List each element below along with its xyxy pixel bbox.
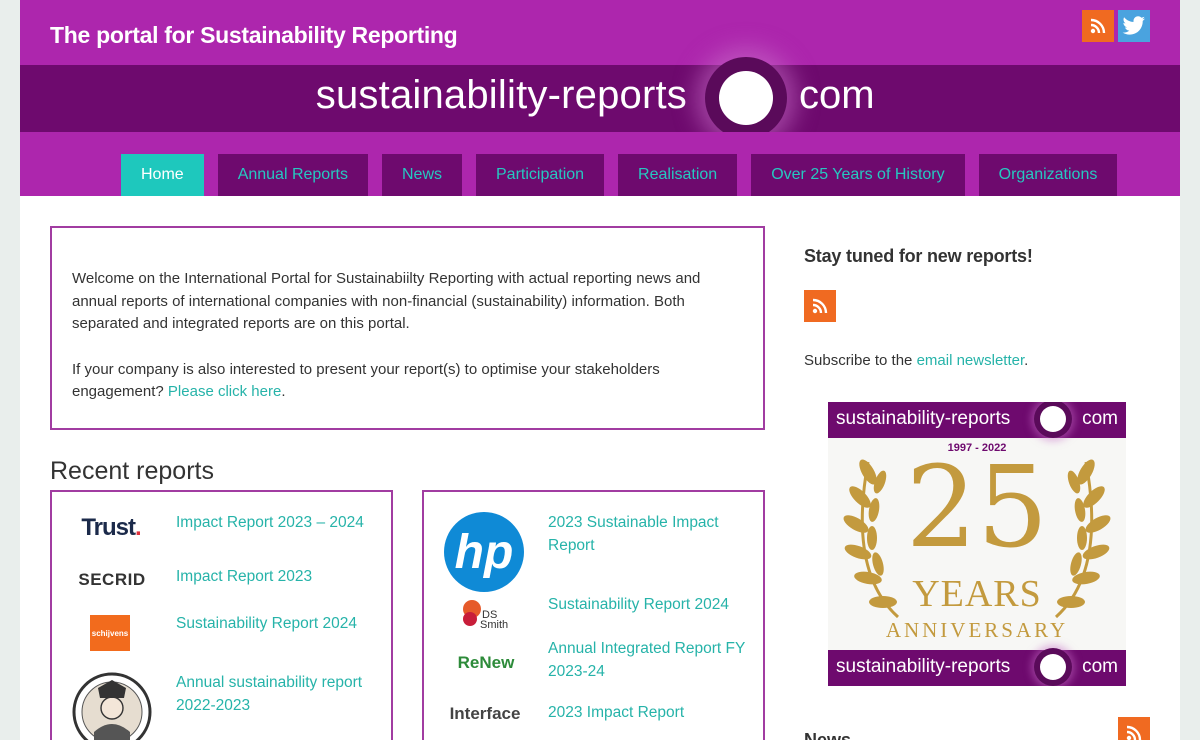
report-row[interactable]: ReNew Annual Integrated Report FY 2023-2…: [424, 638, 764, 688]
nav-news[interactable]: News: [381, 154, 462, 196]
banner-logo-right: com: [1082, 408, 1118, 429]
interface-logo[interactable]: Interface: [442, 702, 528, 726]
report-row[interactable]: Interface 2023 Impact Report: [424, 702, 764, 740]
banner-logo-circle: [1034, 648, 1072, 686]
nav-bar: Home Annual Reports News Participation R…: [20, 132, 1180, 196]
nav-annual-reports[interactable]: Annual Reports: [217, 154, 368, 196]
report-row[interactable]: SECRID Impact Report 2023: [52, 566, 392, 606]
banner-number: 25: [905, 443, 1049, 573]
nav-organizations[interactable]: Organizations: [978, 154, 1118, 196]
subscribe-text: Subscribe to the email newsletter.: [804, 352, 1028, 369]
henri-willig-logo[interactable]: [72, 672, 152, 740]
rss-button[interactable]: [1082, 10, 1114, 42]
report-row[interactable]: Trust. Impact Report 2023 – 2024: [52, 512, 392, 552]
report-title[interactable]: Impact Report 2023 – 2024: [176, 512, 376, 535]
subscribe-label: Subscribe to the: [804, 352, 913, 369]
report-title[interactable]: Impact Report 2023: [176, 566, 376, 589]
social-links: [1082, 10, 1150, 42]
main-nav: Home Annual Reports News Participation R…: [121, 154, 1118, 196]
nav-participation[interactable]: Participation: [476, 154, 605, 196]
rss-icon: [1126, 725, 1142, 740]
news-rss-button[interactable]: [1118, 717, 1150, 740]
report-row[interactable]: Annual sustainability report 2022-2023: [52, 672, 392, 740]
banner-logo-circle: [1034, 402, 1072, 438]
trust-logo[interactable]: Trust.: [78, 512, 144, 544]
sidebar-rss-button[interactable]: [804, 290, 836, 322]
report-title[interactable]: Annual Integrated Report FY 2023-24: [548, 638, 748, 683]
site-logo-circle[interactable]: [705, 57, 787, 139]
intro-paragraph-2-end: .: [281, 383, 286, 400]
top-bar: The portal for Sustainability Reporting: [20, 0, 1180, 65]
banner-anniversary-word: ANNIVERSARY: [885, 618, 1069, 642]
ds-smith-logo[interactable]: DS Smith: [460, 597, 514, 631]
intro-paragraph-2-text: If your company is also interested to pr…: [72, 360, 660, 401]
intro-paragraph-1: Welcome on the International Portal for …: [72, 270, 701, 332]
site-logo-text-left[interactable]: sustainability-reports: [316, 73, 687, 118]
banner-bottom-bar: sustainability-reports com: [828, 648, 1126, 686]
banner-logo-right: com: [1082, 656, 1118, 677]
nav-home[interactable]: Home: [121, 154, 204, 196]
logo-band: sustainability-reports com: [20, 57, 1180, 139]
banner-logo-left: sustainability-reports: [836, 408, 1011, 429]
intro-box: Welcome on the International Portal for …: [50, 226, 765, 430]
hp-logo[interactable]: hp: [444, 512, 524, 592]
intro-paragraph-2: If your company is also interested to pr…: [72, 359, 743, 404]
rss-icon: [1090, 18, 1106, 34]
report-title[interactable]: Sustainability Report 2024: [548, 594, 748, 617]
report-row[interactable]: hp 2023 Sustainable Impact Report: [424, 512, 764, 594]
recent-reports-card-right: hp 2023 Sustainable Impact Report DS Smi…: [422, 490, 765, 740]
anniversary-banner[interactable]: sustainability-reports com 1997 - 2022 2…: [828, 402, 1126, 686]
svg-text:Smith: Smith: [480, 619, 508, 631]
twitter-icon: [1122, 16, 1145, 35]
recent-reports-heading: Recent reports: [50, 457, 214, 485]
nav-history[interactable]: Over 25 Years of History: [751, 154, 965, 196]
sidebar-heading: Stay tuned for new reports!: [804, 246, 1033, 266]
report-title[interactable]: 2023 Impact Report: [548, 702, 748, 725]
recent-reports-card-left: Trust. Impact Report 2023 – 2024 SECRID …: [50, 490, 393, 740]
report-row[interactable]: DS Smith Sustainability Report 2024: [424, 594, 764, 634]
twitter-button[interactable]: [1118, 10, 1150, 42]
banner-years-word: YEARS: [912, 573, 1042, 615]
nav-realisation[interactable]: Realisation: [618, 154, 738, 196]
schijvens-logo[interactable]: schijvens: [90, 615, 130, 651]
site-logo-text-right[interactable]: com: [799, 73, 875, 118]
report-title[interactable]: 2023 Sustainable Impact Report: [548, 512, 748, 557]
subscribe-end: .: [1024, 352, 1029, 369]
please-click-here-link[interactable]: Please click here: [168, 383, 281, 400]
news-heading: News: [804, 730, 852, 740]
email-newsletter-link[interactable]: email newsletter: [917, 352, 1025, 369]
site-tagline: The portal for Sustainability Reporting: [50, 22, 458, 48]
secrid-logo[interactable]: SECRID: [72, 568, 152, 592]
report-title[interactable]: Sustainability Report 2024: [176, 613, 376, 636]
banner-top-bar: sustainability-reports com: [828, 402, 1126, 438]
report-row[interactable]: schijvens Sustainability Report 2024: [52, 613, 392, 663]
page: The portal for Sustainability Reporting …: [20, 0, 1180, 740]
renew-logo[interactable]: ReNew: [450, 650, 522, 676]
banner-logo-left: sustainability-reports: [836, 656, 1011, 677]
rss-icon: [812, 298, 828, 314]
report-title[interactable]: Annual sustainability report 2022-2023: [176, 672, 376, 717]
